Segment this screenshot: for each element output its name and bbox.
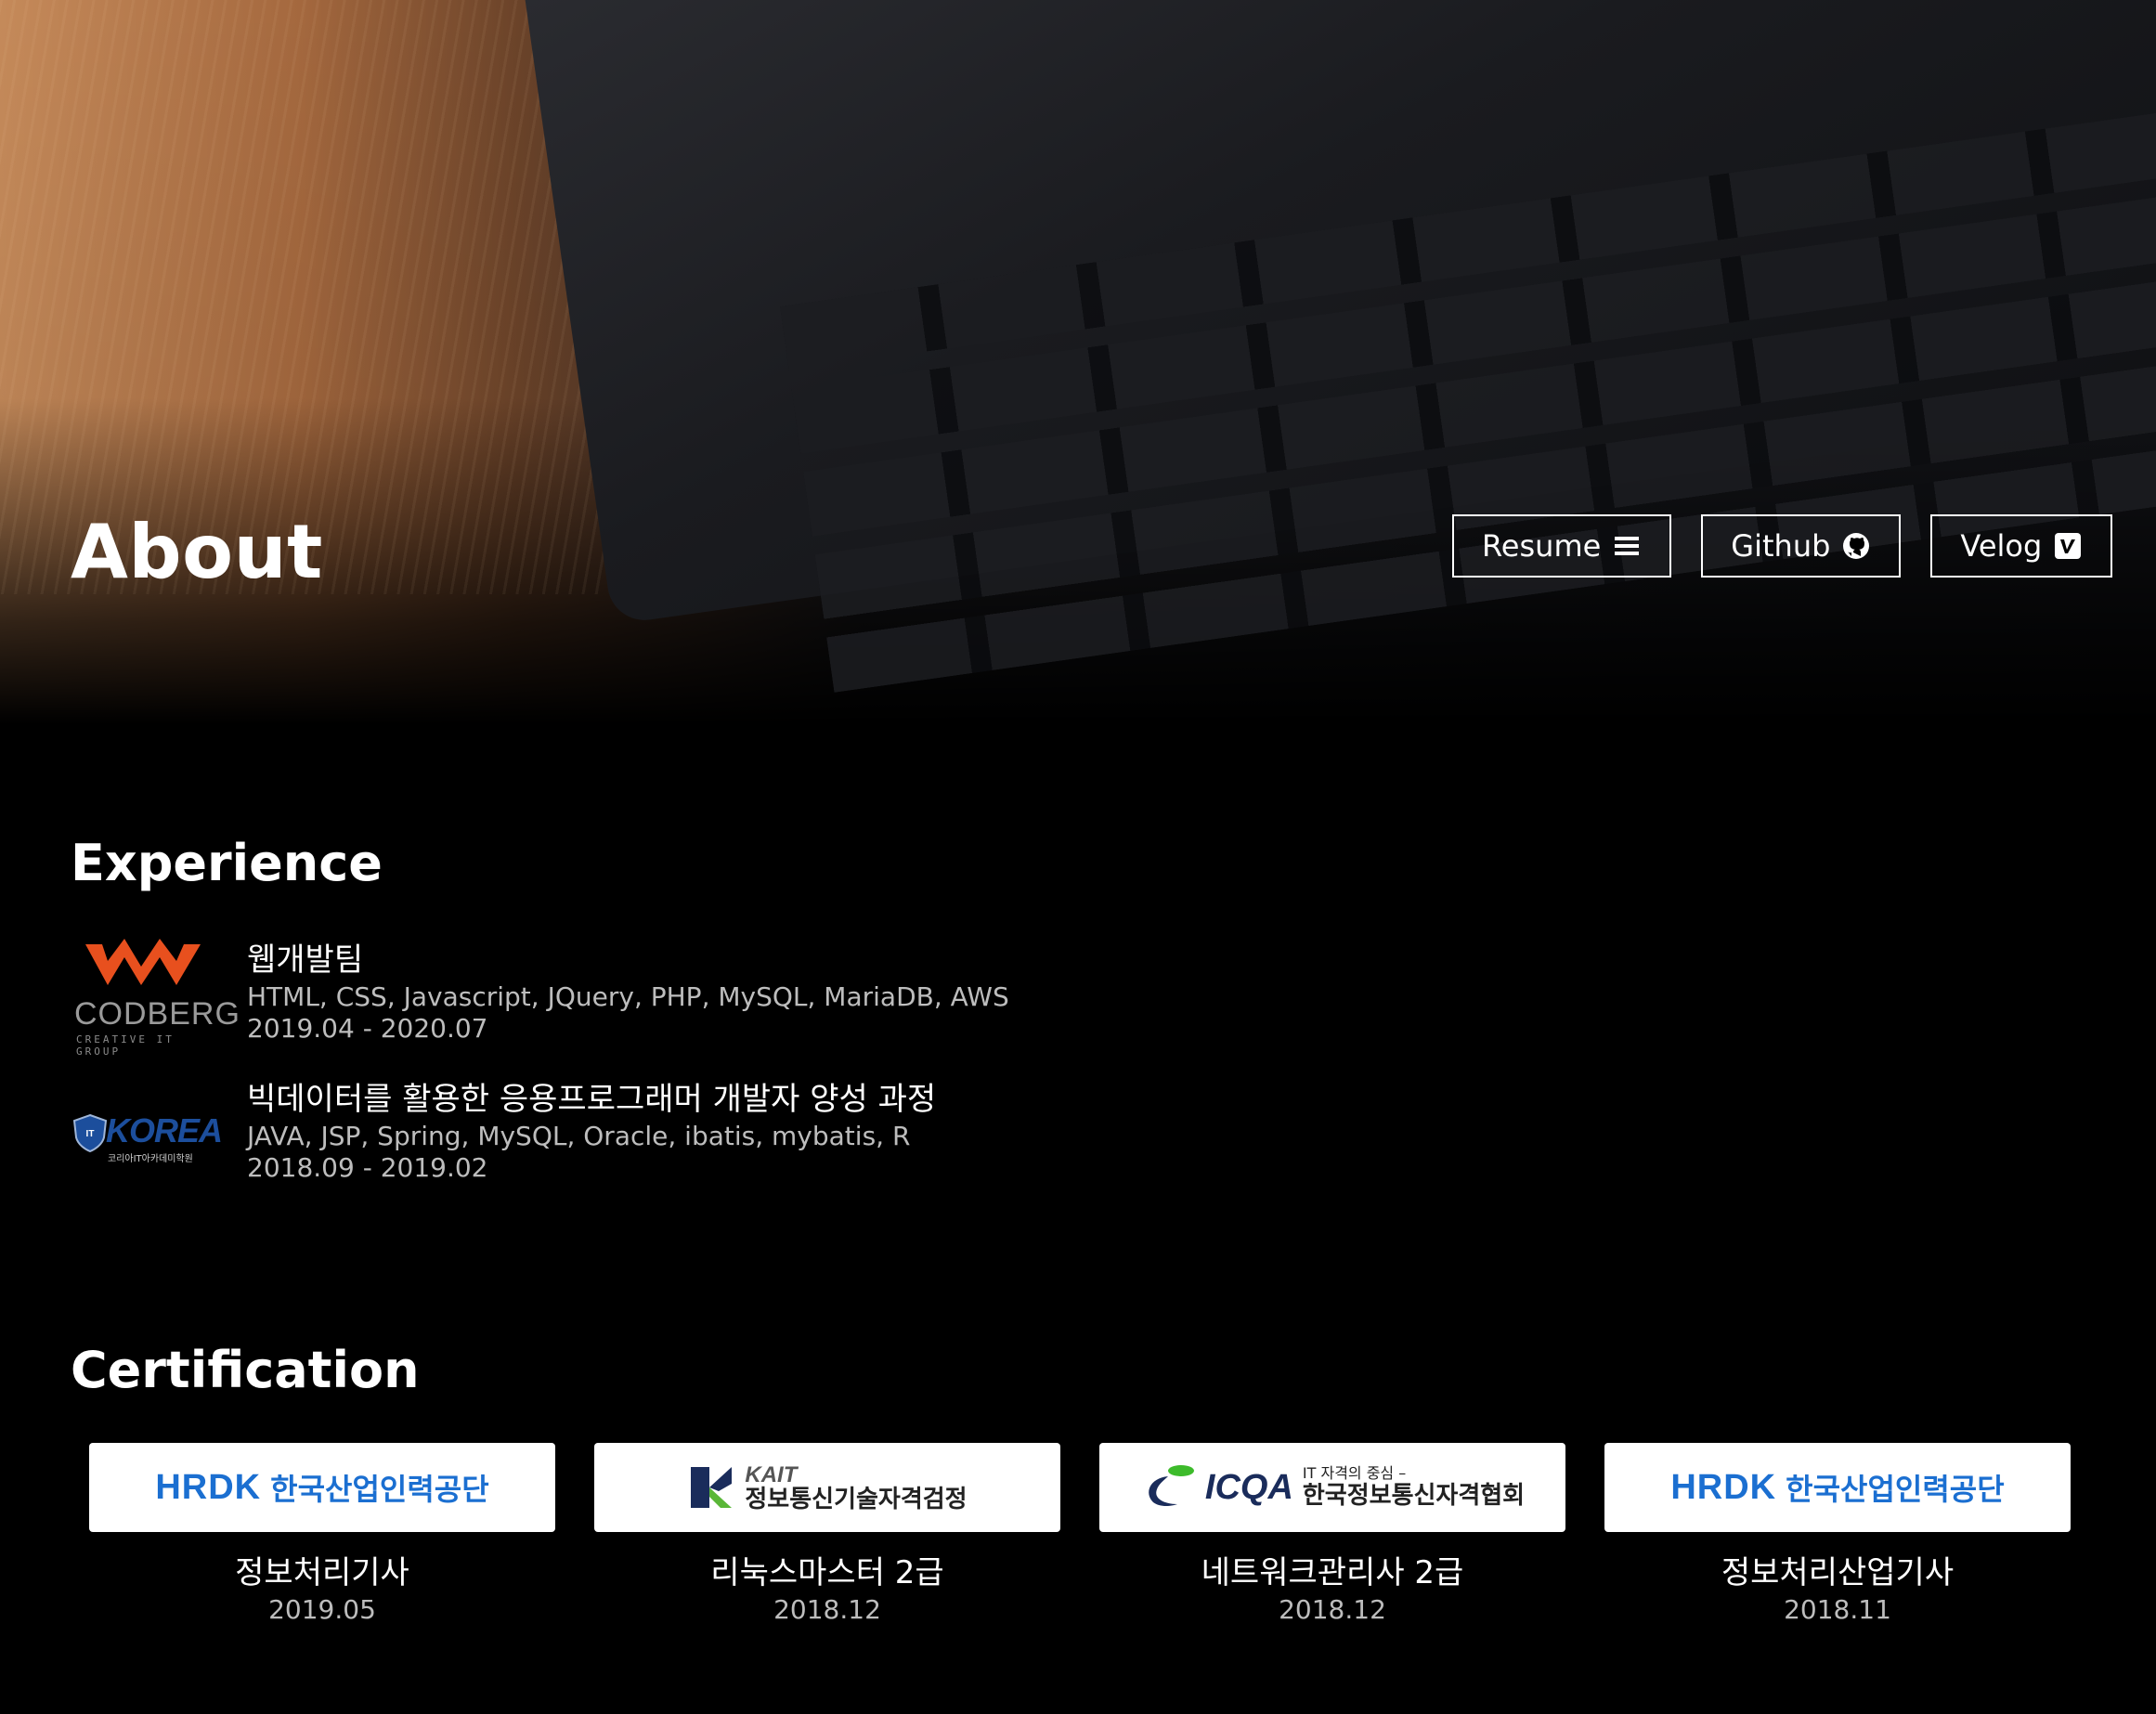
icqa-tagline: IT 자격의 중심 –	[1302, 1463, 1407, 1482]
korea-tagline: 코리아IT아카데미학원	[108, 1154, 193, 1164]
hero-banner: About Resume Github Velog	[0, 0, 2156, 724]
page-title: About	[71, 509, 323, 595]
experience-name: 웹개발팀	[247, 941, 364, 979]
certification-date: 2018.12	[773, 1594, 881, 1625]
kait-logo: KAIT 정보통신기술자격검정	[594, 1443, 1060, 1532]
korea-it-academy-logo: IT KOREA 코리아IT아카데미학원	[71, 1078, 223, 1189]
certification-name: 리눅스마스터 2급	[710, 1554, 944, 1591]
certification-date: 2019.05	[268, 1594, 376, 1625]
certification-name: 네트워크관리사 2급	[1201, 1554, 1464, 1591]
icqa-logo: ICQA IT 자격의 중심 – 한국정보통신자격협회	[1099, 1443, 1565, 1532]
github-button[interactable]: Github	[1701, 514, 1902, 578]
github-button-label: Github	[1731, 528, 1831, 564]
velog-button-label: Velog	[1960, 528, 2043, 564]
kait-wordmark-group: KAIT 정보통신기술자격검정	[745, 1462, 968, 1513]
hrdk-mark: HRDK	[1670, 1467, 1777, 1507]
kait-k-icon	[691, 1467, 733, 1508]
codberg-w-mark	[85, 939, 201, 985]
codberg-wordmark: CODBERG	[74, 996, 240, 1032]
github-icon	[1843, 533, 1870, 559]
hrdk-mark: HRDK	[155, 1467, 262, 1507]
experience-period: 2019.04 - 2020.07	[247, 1013, 488, 1044]
experience-item: CODBERG CREATIVE IT GROUP 웹개발팀 HTML, CSS…	[71, 939, 1009, 1078]
icqa-wordmark-group: IT 자격의 중심 – 한국정보통신자격협회	[1302, 1463, 1526, 1510]
shield-icon: IT	[72, 1113, 108, 1152]
experience-text: 빅데이터를 활용한 응용프로그래머 개발자 양성 과정 JAVA, JSP, S…	[247, 1078, 936, 1184]
experience-section: Experience CODBERG CREATIVE IT GROUP 웹개발…	[71, 834, 1009, 1217]
codberg-logo: CODBERG CREATIVE IT GROUP	[71, 939, 240, 1058]
hrdk-logo: HRDK 한국산업인력공단	[89, 1443, 555, 1532]
velog-button[interactable]: Velog	[1930, 514, 2113, 578]
certification-date: 2018.11	[1784, 1594, 1891, 1625]
experience-period: 2018.09 - 2019.02	[247, 1152, 488, 1183]
certification-item: HRDK 한국산업인력공단 정보처리기사 2019.05	[89, 1443, 555, 1627]
certification-item: HRDK 한국산업인력공단 정보처리산업기사 2018.11	[1604, 1443, 2071, 1627]
icqa-name: 한국정보통신자격협회	[1302, 1481, 1526, 1510]
certification-list: HRDK 한국산업인력공단 정보처리기사 2019.05 KAIT 정보통신기술…	[89, 1443, 2071, 1627]
korea-wordmark: KOREA	[106, 1111, 223, 1149]
certification-date: 2018.12	[1279, 1594, 1386, 1625]
resume-button-label: Resume	[1482, 528, 1602, 564]
experience-item: IT KOREA 코리아IT아카데미학원 빅데이터를 활용한 응용프로그래머 개…	[71, 1078, 1009, 1217]
hero-links: Resume Github Velog	[1452, 514, 2113, 578]
hero-background-desk	[0, 0, 604, 594]
hrdk-name: 한국산업인력공단	[1786, 1473, 2005, 1506]
experience-list: CODBERG CREATIVE IT GROUP 웹개발팀 HTML, CSS…	[71, 939, 1009, 1217]
certification-heading: Certification	[71, 1341, 420, 1399]
experience-text: 웹개발팀 HTML, CSS, Javascript, JQuery, PHP,…	[247, 939, 1009, 1045]
certification-section: Certification	[71, 1341, 420, 1399]
experience-stack: JAVA, JSP, Spring, MySQL, Oracle, ibatis…	[247, 1121, 911, 1151]
hrdk-name: 한국산업인력공단	[270, 1473, 489, 1506]
icqa-mark: ICQA	[1204, 1467, 1293, 1507]
resume-button[interactable]: Resume	[1452, 514, 1672, 578]
kait-name: 정보통신기술자격검정	[745, 1485, 968, 1513]
certification-item: ICQA IT 자격의 중심 – 한국정보통신자격협회 네트워크관리사 2급 2…	[1099, 1443, 1565, 1627]
svg-text:IT: IT	[86, 1129, 95, 1139]
experience-stack: HTML, CSS, Javascript, JQuery, PHP, MySQ…	[247, 981, 1009, 1012]
codberg-tagline: CREATIVE IT GROUP	[76, 1033, 175, 1058]
experience-name: 빅데이터를 활용한 응용프로그래머 개발자 양성 과정	[247, 1081, 937, 1118]
menu-icon	[1615, 537, 1640, 555]
experience-heading: Experience	[71, 834, 383, 892]
kait-mark: KAIT	[745, 1462, 798, 1487]
velog-icon	[2055, 533, 2082, 559]
certification-item: KAIT 정보통신기술자격검정 리눅스마스터 2급 2018.12	[594, 1443, 1060, 1627]
certification-name: 정보처리산업기사	[1721, 1554, 1955, 1591]
hrdk-logo: HRDK 한국산업인력공단	[1604, 1443, 2071, 1532]
icqa-swoosh-icon	[1149, 1465, 1194, 1506]
certification-name: 정보처리기사	[235, 1554, 409, 1591]
